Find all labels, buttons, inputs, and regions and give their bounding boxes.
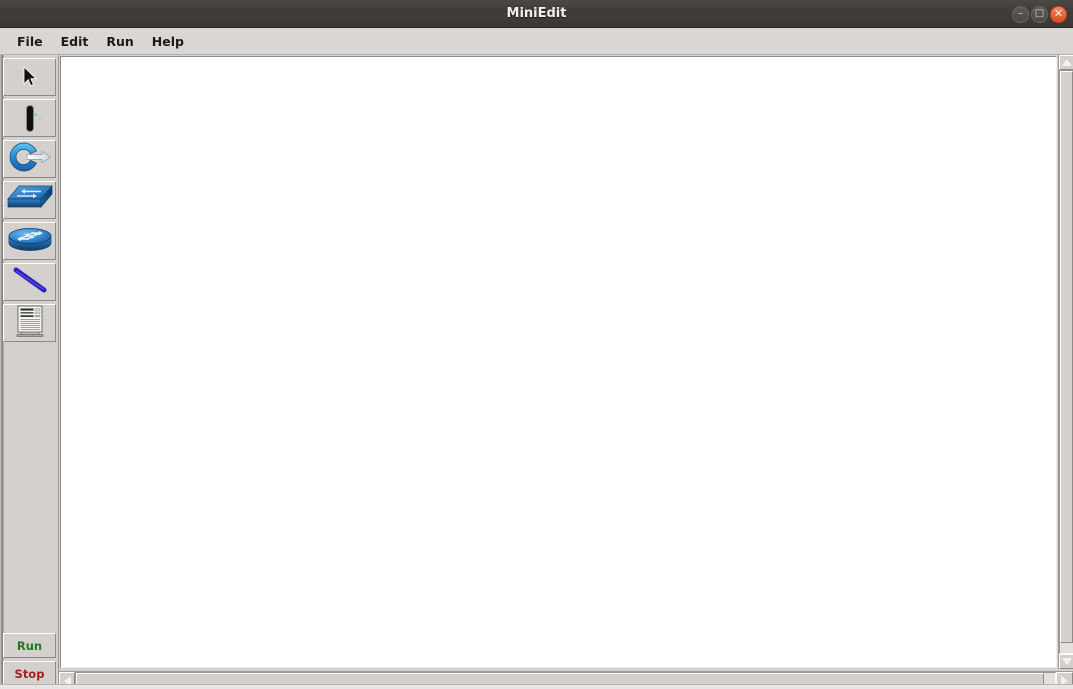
menu-bar: File Edit Run Help bbox=[0, 28, 1073, 55]
title-bar: MiniEdit – □ ✕ bbox=[0, 0, 1073, 28]
switch-icon bbox=[7, 224, 53, 258]
miniedit-window: MiniEdit – □ ✕ File Edit Run Help Run St… bbox=[0, 0, 1073, 689]
tool-sidebar: >_ bbox=[0, 55, 59, 689]
host-icon: >_ bbox=[26, 105, 42, 131]
minimize-button[interactable]: – bbox=[1012, 5, 1029, 23]
tool-select[interactable] bbox=[3, 58, 56, 96]
scroll-down-button[interactable] bbox=[1059, 654, 1073, 669]
tool-controller[interactable] bbox=[3, 304, 56, 342]
menu-item-help[interactable]: Help bbox=[143, 31, 193, 52]
select-cursor-icon bbox=[22, 66, 38, 88]
menu-item-run[interactable]: Run bbox=[97, 31, 142, 52]
chevron-down-icon bbox=[1061, 658, 1072, 665]
window-title: MiniEdit bbox=[506, 6, 567, 21]
work-area: >_ bbox=[0, 55, 1073, 689]
legacy-router-icon bbox=[8, 141, 52, 177]
minimize-icon: – bbox=[1018, 8, 1023, 19]
stop-button[interactable]: Stop bbox=[3, 661, 56, 686]
maximize-icon: □ bbox=[1034, 8, 1045, 19]
maximize-button[interactable]: □ bbox=[1031, 5, 1048, 23]
link-icon bbox=[10, 265, 50, 299]
vertical-scrollbar[interactable] bbox=[1058, 55, 1073, 669]
close-icon: ✕ bbox=[1053, 7, 1064, 20]
tool-switch[interactable] bbox=[3, 222, 56, 260]
legacy-switch-icon bbox=[6, 183, 53, 217]
close-button[interactable]: ✕ bbox=[1050, 5, 1067, 23]
scroll-up-button[interactable] bbox=[1059, 55, 1073, 70]
window-controls: – □ ✕ bbox=[1012, 5, 1067, 23]
menu-item-edit[interactable]: Edit bbox=[52, 31, 98, 52]
menu-item-file[interactable]: File bbox=[8, 31, 52, 52]
tool-legacy-switch[interactable] bbox=[3, 181, 56, 219]
canvas-area bbox=[59, 55, 1073, 689]
tool-host[interactable]: >_ bbox=[3, 99, 56, 137]
vertical-scroll-trough[interactable] bbox=[1059, 70, 1073, 654]
tool-legacy-router[interactable] bbox=[3, 140, 56, 178]
run-button[interactable]: Run bbox=[3, 633, 56, 658]
tool-link[interactable] bbox=[3, 263, 56, 301]
controller-icon bbox=[15, 305, 45, 341]
chevron-up-icon bbox=[1061, 59, 1072, 66]
topology-canvas[interactable] bbox=[60, 56, 1057, 668]
desktop-taskbar-sliver bbox=[0, 684, 1073, 689]
vertical-scroll-thumb[interactable] bbox=[1060, 71, 1073, 643]
